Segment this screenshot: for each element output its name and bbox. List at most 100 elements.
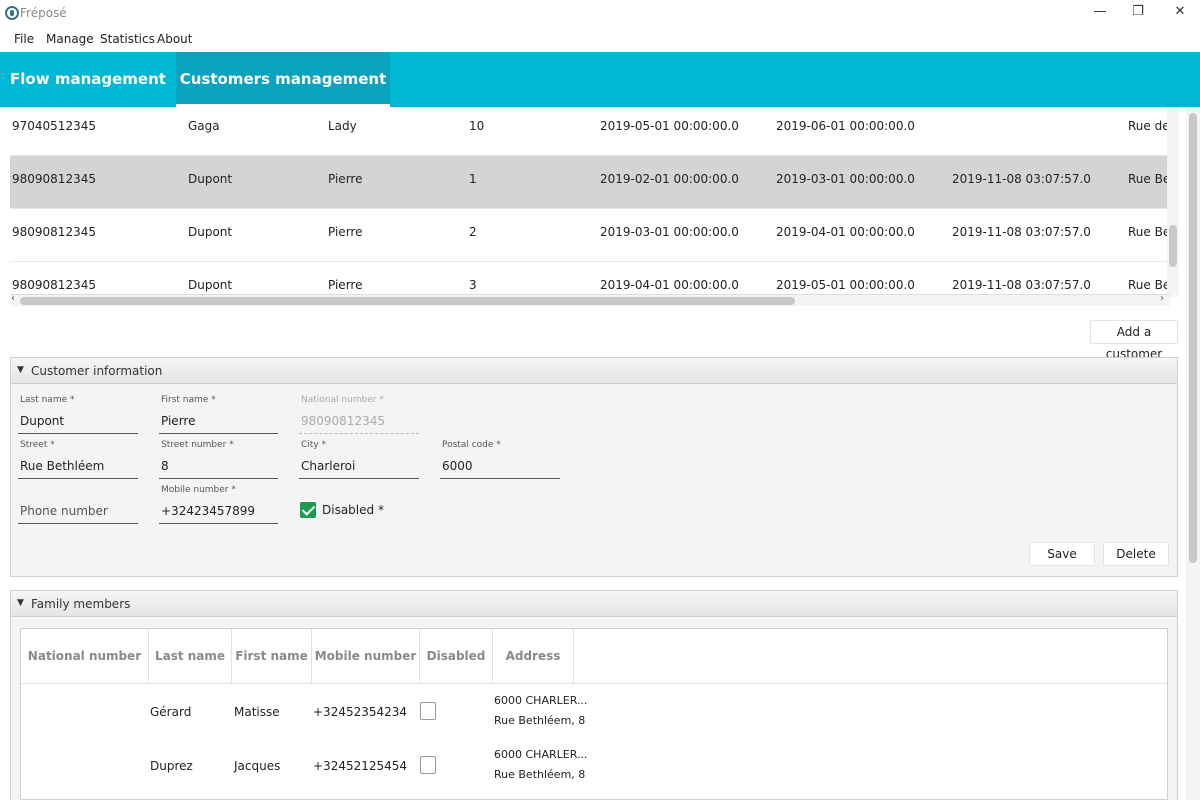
column-header-first-name[interactable]: First name bbox=[232, 629, 312, 684]
street-number-label: Street number * bbox=[161, 440, 234, 450]
street-field[interactable]: Rue Bethléem bbox=[18, 453, 138, 479]
cell-national-number: 97040512345 bbox=[12, 119, 96, 133]
cell-end-date: 2019-05-01 00:00:00.0 bbox=[776, 278, 915, 292]
tab-flow-management[interactable]: Flow management bbox=[0, 52, 176, 107]
table-row[interactable]: 98090812345 Dupont Pierre 3 2019-04-01 0… bbox=[10, 262, 1167, 297]
street-label: Street * bbox=[20, 440, 55, 450]
cell-address-line-2: Rue Bethléem, 8 bbox=[494, 768, 586, 781]
collapse-arrow-icon[interactable]: ▼ bbox=[17, 598, 24, 608]
city-field[interactable]: Charleroi bbox=[299, 453, 419, 479]
cell-start-date: 2019-02-01 00:00:00.0 bbox=[600, 172, 739, 186]
cell-national-number: 98090812345 bbox=[12, 278, 96, 292]
cell-mobile-number: +32452354234 bbox=[313, 705, 408, 719]
scroll-left-icon[interactable]: ‹ bbox=[11, 293, 15, 304]
menu-manage[interactable]: Manage bbox=[46, 32, 94, 46]
table-vertical-scrollbar[interactable] bbox=[1167, 107, 1179, 297]
column-header-last-name[interactable]: Last name bbox=[149, 629, 232, 684]
last-name-field[interactable]: Dupont bbox=[18, 408, 138, 434]
tab-bar: Flow management Customers management bbox=[0, 52, 1200, 107]
menu-bar: File Manage Statistics About bbox=[0, 28, 1200, 52]
customer-information-header[interactable]: ▼ Customer information bbox=[11, 358, 1177, 384]
family-table-header: National number Last name First name Mob… bbox=[21, 629, 1167, 684]
table-row[interactable]: 97040512345 Gaga Lady 10 2019-05-01 00:0… bbox=[10, 107, 1167, 156]
cell-address: Rue Beth bbox=[1128, 225, 1167, 239]
column-header-national-number[interactable]: National number bbox=[21, 629, 149, 684]
disabled-checkbox[interactable] bbox=[420, 756, 436, 774]
window-title: Fréposé bbox=[20, 6, 67, 20]
disabled-checkbox-label: Disabled * bbox=[322, 503, 384, 517]
cell-number: 2 bbox=[469, 225, 477, 239]
table-horizontal-scroll-thumb[interactable] bbox=[20, 297, 795, 305]
scroll-right-icon[interactable]: › bbox=[1160, 293, 1164, 304]
national-number-label: National number * bbox=[301, 395, 384, 405]
cell-first-name: Lady bbox=[328, 119, 357, 133]
cell-mobile-number: +32452125454 bbox=[313, 759, 408, 773]
family-members-header[interactable]: ▼ Family members bbox=[11, 591, 1177, 617]
cell-address-line-1: 6000 CHARLER... bbox=[494, 748, 588, 761]
phone-number-field[interactable]: Phone number bbox=[18, 498, 138, 524]
cell-last-name: Dupont bbox=[188, 172, 233, 186]
tab-customers-management[interactable]: Customers management bbox=[176, 52, 390, 107]
cell-first-name: Pierre bbox=[328, 172, 363, 186]
cell-number: 10 bbox=[469, 119, 485, 133]
menu-statistics[interactable]: Statistics bbox=[100, 32, 155, 46]
first-name-label: First name * bbox=[161, 395, 216, 405]
cell-address: Rue Beth bbox=[1128, 278, 1167, 292]
cell-first-name: Pierre bbox=[328, 278, 363, 292]
column-header-mobile-number[interactable]: Mobile number bbox=[312, 629, 420, 684]
postal-code-field[interactable]: 6000 bbox=[440, 453, 560, 479]
cell-first-name: Pierre bbox=[328, 225, 363, 239]
table-vertical-scroll-thumb[interactable] bbox=[1169, 225, 1177, 267]
table-row[interactable]: Duprez Jacques +32452125454 6000 CHARLER… bbox=[21, 739, 1167, 793]
cell-last-name: Duprez bbox=[150, 759, 193, 773]
cell-address: Rue de l bbox=[1128, 119, 1167, 133]
table-row[interactable]: Gérard Matisse +32452354234 6000 CHARLER… bbox=[21, 685, 1167, 739]
cell-last-name: Dupont bbox=[188, 278, 233, 292]
disabled-checkbox[interactable] bbox=[420, 702, 436, 720]
customers-table[interactable]: 97040512345 Gaga Lady 10 2019-05-01 00:0… bbox=[10, 107, 1167, 297]
cell-national-number: 98090812345 bbox=[12, 225, 96, 239]
postal-code-label: Postal code * bbox=[442, 440, 501, 450]
add-customer-button[interactable]: Add a customer bbox=[1090, 320, 1178, 361]
cell-last-name: Gérard bbox=[150, 705, 192, 719]
cell-start-date: 2019-03-01 00:00:00.0 bbox=[600, 225, 739, 239]
minimize-button[interactable]: — bbox=[1080, 0, 1120, 24]
page-vertical-scroll-thumb[interactable] bbox=[1189, 113, 1197, 563]
delete-button[interactable]: Delete bbox=[1103, 542, 1169, 566]
customer-information-title: Customer information bbox=[31, 364, 163, 378]
table-row-selected[interactable]: 98090812345 Dupont Pierre 1 2019-02-01 0… bbox=[10, 156, 1167, 209]
app-logo-icon bbox=[5, 6, 19, 20]
cell-start-date: 2019-05-01 00:00:00.0 bbox=[600, 119, 739, 133]
table-row[interactable]: 98090812345 Dupont Pierre 2 2019-03-01 0… bbox=[10, 209, 1167, 262]
column-header-address[interactable]: Address bbox=[493, 629, 574, 684]
cell-last-name: Gaga bbox=[188, 119, 220, 133]
cell-national-number: 98090812345 bbox=[12, 172, 96, 186]
cell-end-date: 2019-03-01 00:00:00.0 bbox=[776, 172, 915, 186]
cell-number: 1 bbox=[469, 172, 477, 186]
cell-created: 2019-11-08 03:07:57.0 bbox=[952, 225, 1091, 239]
page-vertical-scrollbar[interactable] bbox=[1186, 107, 1200, 800]
menu-file[interactable]: File bbox=[14, 32, 34, 46]
mobile-number-label: Mobile number * bbox=[161, 485, 236, 495]
cell-address-line-2: Rue Bethléem, 8 bbox=[494, 714, 586, 727]
city-label: City * bbox=[301, 440, 327, 450]
mobile-number-field[interactable]: +32423457899 bbox=[159, 498, 278, 524]
save-button[interactable]: Save bbox=[1029, 542, 1095, 566]
street-number-field[interactable]: 8 bbox=[159, 453, 278, 479]
title-bar: Fréposé — ❐ ✕ bbox=[0, 0, 1200, 28]
family-members-title: Family members bbox=[31, 597, 131, 611]
family-members-table[interactable]: National number Last name First name Mob… bbox=[20, 628, 1168, 800]
cell-end-date: 2019-04-01 00:00:00.0 bbox=[776, 225, 915, 239]
national-number-field: 98090812345 bbox=[299, 408, 419, 434]
collapse-arrow-icon[interactable]: ▼ bbox=[17, 365, 24, 375]
menu-about[interactable]: About bbox=[157, 32, 192, 46]
disabled-checkbox[interactable] bbox=[300, 502, 316, 518]
first-name-field[interactable]: Pierre bbox=[159, 408, 278, 434]
cell-created: 2019-11-08 03:07:57.0 bbox=[952, 278, 1091, 292]
restore-button[interactable]: ❐ bbox=[1118, 0, 1158, 24]
cell-start-date: 2019-04-01 00:00:00.0 bbox=[600, 278, 739, 292]
column-header-disabled[interactable]: Disabled bbox=[420, 629, 493, 684]
cell-first-name: Jacques bbox=[234, 759, 281, 773]
table-horizontal-scrollbar[interactable]: ‹ › bbox=[10, 293, 1170, 306]
close-button[interactable]: ✕ bbox=[1160, 0, 1200, 24]
